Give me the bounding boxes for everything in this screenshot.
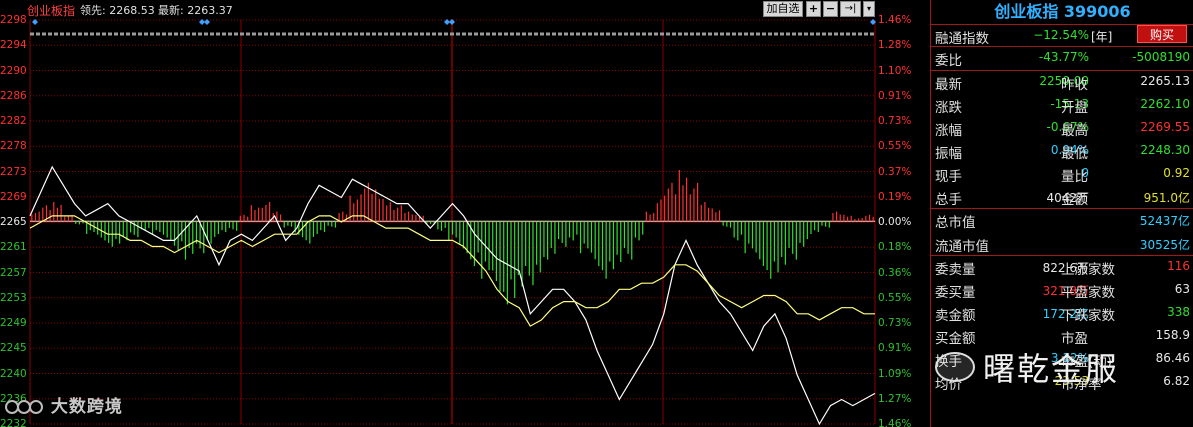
right-axis-label: 0.73% bbox=[878, 317, 912, 329]
quote-label: 卖金额 bbox=[935, 308, 976, 324]
quote-value: -5008190 bbox=[1132, 50, 1190, 64]
quote-row: 涨跌 -15.13 开盘 2262.10 bbox=[931, 94, 1193, 116]
zoom-in-icon[interactable]: + bbox=[806, 1, 821, 17]
zoom-out-icon[interactable]: − bbox=[823, 1, 838, 17]
right-axis-label: 0.18% bbox=[878, 241, 912, 254]
quote-row: 总手 4042万 金额 951.0亿 bbox=[931, 186, 1193, 208]
chart-toolbar: 创业板指 领先: 2268.53 最新: 2263.37 加自选 + − →| … bbox=[0, 0, 878, 18]
quote-row: 现手 0 量比 0.92 bbox=[931, 163, 1193, 185]
wechat-icon bbox=[935, 352, 975, 382]
left-axis-label: 2245 bbox=[0, 342, 27, 355]
right-axis-label: 0.00% bbox=[878, 216, 912, 228]
quote-label: 委比 bbox=[935, 53, 962, 69]
watermark-right-text: 曙乾金服 bbox=[983, 350, 1120, 388]
quote-row: 振幅 0.94% 最低 2248.30 bbox=[931, 140, 1193, 162]
quote-row: 委卖量 822.6万 上涨家数 116 bbox=[931, 256, 1193, 278]
right-axis-label: 0.91% bbox=[878, 89, 912, 102]
left-axis-label: 2290 bbox=[0, 64, 27, 77]
left-axis-label: 2265 bbox=[0, 216, 27, 228]
left-axis-label: 2261 bbox=[0, 241, 27, 254]
quote-value: 63 bbox=[1174, 282, 1190, 296]
quote-value: 116 bbox=[1167, 259, 1190, 273]
quote-value: 951.0亿 bbox=[1143, 191, 1190, 205]
left-axis-label: 2253 bbox=[0, 291, 27, 304]
brand-logo-icon bbox=[5, 400, 43, 414]
left-axis-label: 2273 bbox=[0, 165, 27, 178]
event-marker-icon bbox=[449, 19, 455, 25]
quote-label: 流通市值 bbox=[935, 239, 989, 255]
watermark-right: 曙乾金服 bbox=[935, 340, 1155, 390]
quote-row: 融通指数 −12.54% [年] bbox=[931, 25, 1193, 47]
left-axis-label: 2249 bbox=[0, 317, 27, 329]
quote-value: 2262.10 bbox=[1140, 97, 1190, 111]
intraday-chart[interactable] bbox=[0, 0, 930, 427]
quote-label: 总手 bbox=[935, 192, 962, 208]
quote-label: 涨幅 bbox=[935, 123, 962, 139]
left-axis-label: 2298 bbox=[0, 14, 27, 26]
quote-value: 338 bbox=[1167, 305, 1190, 319]
right-axis-label: 1.10% bbox=[878, 64, 912, 77]
right-axis-label: 0.55% bbox=[878, 291, 912, 304]
add-watchlist-button[interactable]: 加自选 bbox=[763, 1, 803, 17]
chart-area[interactable]: 创业板指 领先: 2268.53 最新: 2263.37 加自选 + − →| … bbox=[0, 0, 930, 427]
quote-label: 振幅 bbox=[935, 146, 962, 162]
event-marker-icon bbox=[32, 19, 38, 25]
quote-label: 最新 bbox=[935, 77, 962, 93]
quote-row: 总市值 52437亿 bbox=[931, 209, 1193, 231]
chart-title: 创业板指 bbox=[27, 4, 76, 18]
panel-divider bbox=[931, 24, 1193, 25]
quote-value: −12.54% bbox=[1033, 28, 1089, 42]
right-axis-label: 1.46% bbox=[878, 14, 912, 26]
quote-label: 涨跌 bbox=[935, 100, 962, 116]
left-axis-label: 2269 bbox=[0, 190, 27, 203]
quote-value: 0.92 bbox=[1163, 166, 1190, 180]
quote-row: 涨幅 -0.67% 最高 2269.55 bbox=[931, 117, 1193, 139]
quote-value: 2265.13 bbox=[1140, 74, 1190, 88]
quote-value: 2269.55 bbox=[1140, 120, 1190, 134]
left-axis-label: 2232 bbox=[0, 418, 27, 427]
watermark-left-text: 大数跨境 bbox=[50, 397, 123, 417]
quote-row: 最新 2250.00 昨收 2265.13 bbox=[931, 71, 1193, 93]
left-axis-label: 2257 bbox=[0, 266, 27, 279]
jump-end-icon[interactable]: →| bbox=[840, 1, 861, 17]
quote-row: 流通市值 30525亿 bbox=[931, 233, 1193, 255]
right-axis-label: 0.36% bbox=[878, 266, 912, 279]
left-axis-label: 2282 bbox=[0, 115, 27, 127]
left-axis-label: 2278 bbox=[0, 140, 27, 153]
quote-row: 委比 -43.77% -5008190 bbox=[931, 47, 1193, 69]
quote-value: 30525亿 bbox=[1139, 238, 1190, 252]
quote-value: -43.77% bbox=[1038, 50, 1089, 64]
right-axis-label: 1.27% bbox=[878, 392, 912, 405]
quote-row: 卖金额 172.2亿 下跌家数 338 bbox=[931, 302, 1193, 324]
right-axis-label: 1.28% bbox=[878, 39, 912, 52]
right-axis-label: 0.19% bbox=[878, 190, 912, 203]
quote-value: 2248.30 bbox=[1140, 143, 1190, 157]
quote-value: 52437亿 bbox=[1139, 214, 1190, 228]
quote-label: 现手 bbox=[935, 169, 962, 185]
panel-title: 创业板指 399006 bbox=[994, 2, 1131, 21]
quote-label: 总市值 bbox=[935, 215, 976, 231]
right-axis-label: 0.91% bbox=[878, 342, 912, 355]
left-axis-label: 2294 bbox=[0, 39, 27, 52]
right-axis-label: 0.73% bbox=[878, 115, 912, 127]
quote-tag: [年] bbox=[1091, 30, 1113, 44]
lead-value: 领先: 2268.53 bbox=[80, 4, 155, 17]
right-axis-label: 0.37% bbox=[878, 165, 912, 178]
dropdown-icon[interactable]: ▾ bbox=[863, 1, 875, 17]
right-axis-label: 1.09% bbox=[878, 367, 912, 380]
left-axis-label: 2286 bbox=[0, 89, 27, 102]
quote-label: 委买量 bbox=[935, 285, 976, 301]
last-value: 最新: 2263.37 bbox=[158, 4, 233, 17]
quote-label: 委卖量 bbox=[935, 262, 976, 278]
left-axis-label: 2240 bbox=[0, 367, 27, 380]
quote-row: 委买量 321.8万 平盘家数 63 bbox=[931, 279, 1193, 301]
right-axis-label: 1.46% bbox=[878, 418, 912, 427]
right-axis-label: 0.55% bbox=[878, 140, 912, 153]
watermark-left: 大数跨境 bbox=[4, 392, 123, 418]
